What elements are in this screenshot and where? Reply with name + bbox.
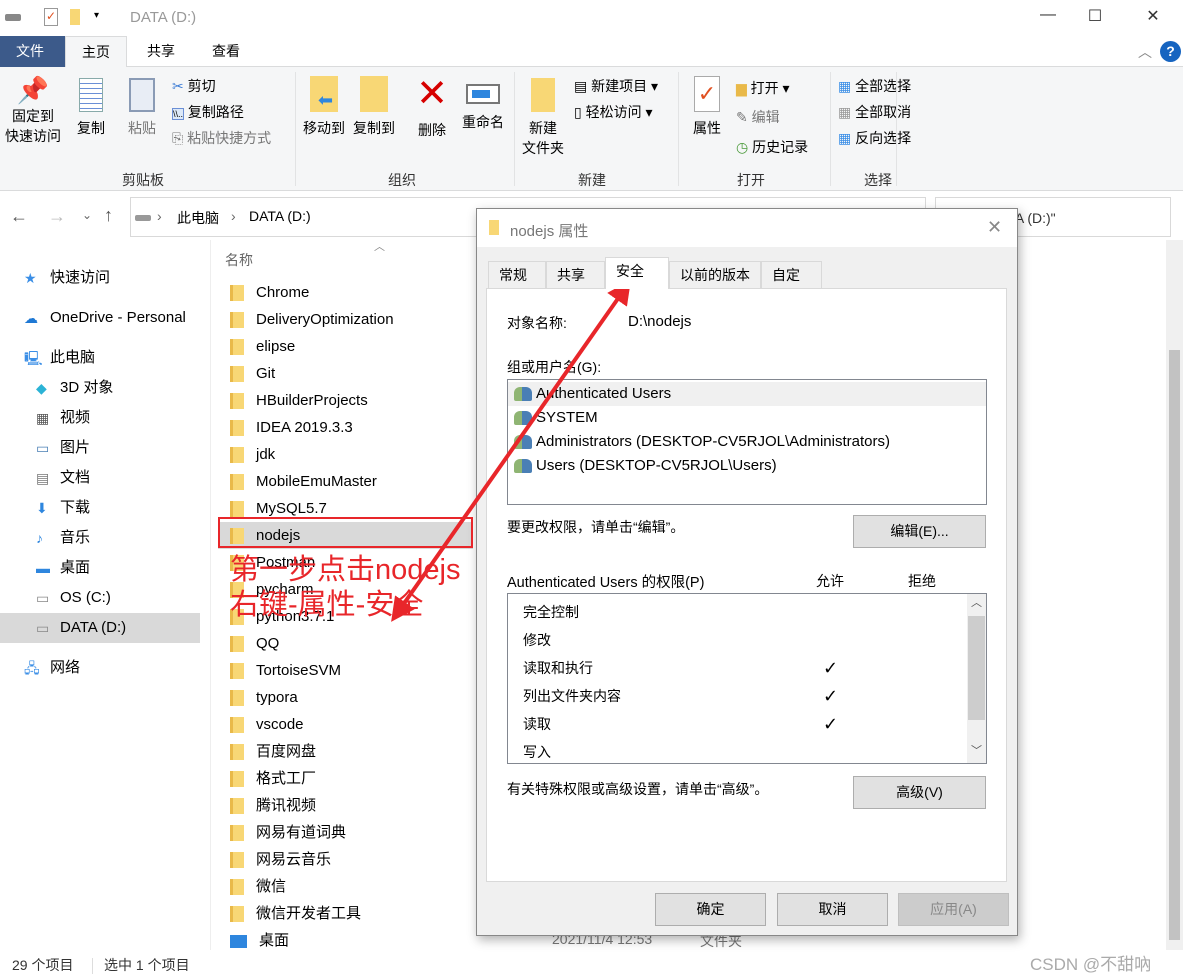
annotation-arrow <box>391 280 631 622</box>
tab-security[interactable]: 安全 <box>605 257 669 289</box>
annotation-line-2: 右键-属性-安全 <box>230 589 424 621</box>
annotation-line-1: 第一步点击nodejs <box>230 554 461 586</box>
annotation-text: 第一步点击nodejs 右键-属性-安全 <box>230 553 460 623</box>
